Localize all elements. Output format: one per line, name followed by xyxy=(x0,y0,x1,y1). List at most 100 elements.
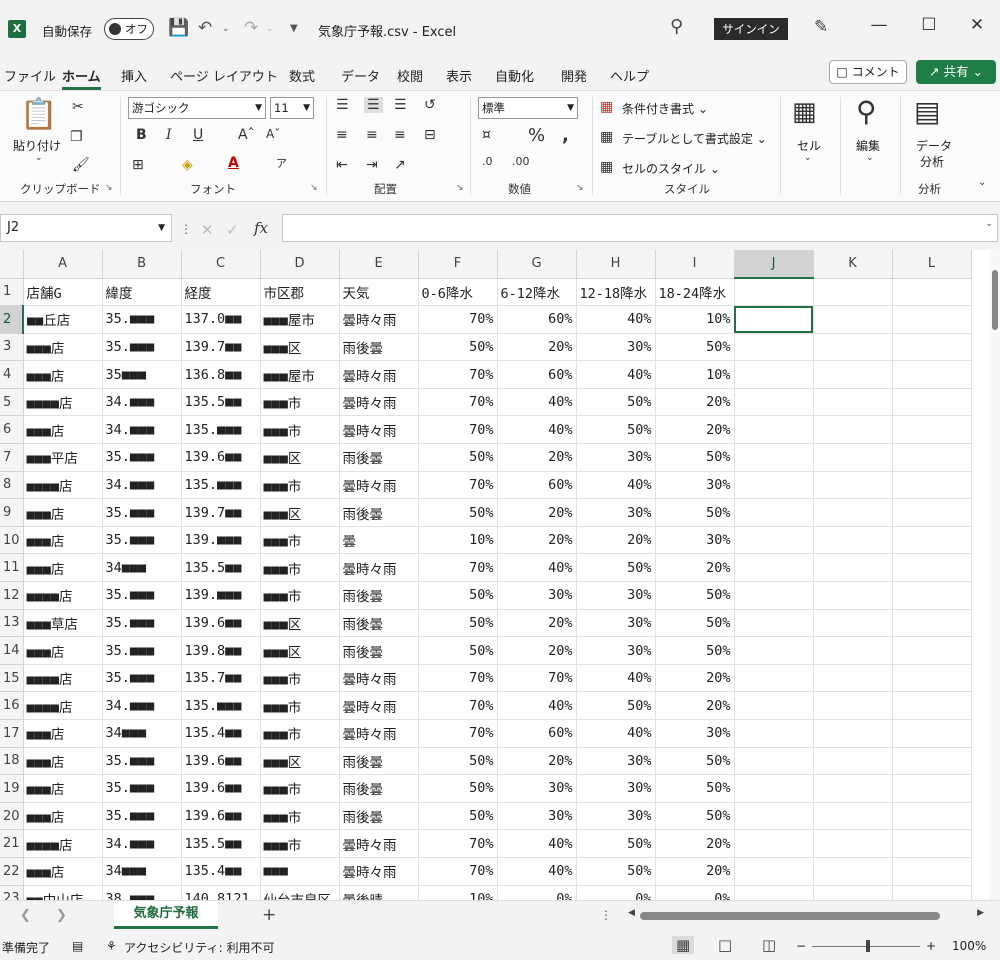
cell-g15[interactable]: 70% xyxy=(497,664,577,693)
cell-f10[interactable]: 10% xyxy=(418,526,498,555)
cell-b4[interactable]: 35■■■ xyxy=(102,360,182,389)
next-sheet-icon[interactable]: ❯ xyxy=(56,908,67,923)
cell-e4[interactable]: 曇時々雨 xyxy=(339,360,419,389)
cell-e13[interactable]: 雨後曇 xyxy=(339,609,419,638)
cell-a9[interactable]: ■■■店 xyxy=(23,498,103,527)
cell-e21[interactable]: 曇時々雨 xyxy=(339,829,419,858)
cell-k7[interactable] xyxy=(813,443,893,472)
cell-h14[interactable]: 30% xyxy=(576,636,656,665)
cell-c16[interactable]: 135.■■■ xyxy=(181,691,261,720)
cell-k6[interactable] xyxy=(813,415,893,445)
percent-icon[interactable]: % xyxy=(528,125,545,146)
cell-h3[interactable]: 30% xyxy=(576,333,656,362)
horizontal-scroll-thumb[interactable] xyxy=(640,912,940,920)
increase-indent-icon[interactable]: ⇥ xyxy=(366,157,378,173)
cell-k4[interactable] xyxy=(813,360,893,389)
font-size-select[interactable]: 11 ▼ xyxy=(270,97,314,119)
maximize-button[interactable]: ☐ xyxy=(914,15,944,35)
cell-k14[interactable] xyxy=(813,636,893,665)
cell-f8[interactable]: 70% xyxy=(418,471,498,500)
cell-a15[interactable]: ■■■■店 xyxy=(23,664,103,693)
cell-b17[interactable]: 34■■■ xyxy=(102,719,182,748)
alignment-launcher-icon[interactable]: ↘ xyxy=(456,183,464,193)
cell-l21[interactable] xyxy=(892,829,972,858)
cell-e20[interactable]: 雨後曇 xyxy=(339,802,419,831)
cell-e5[interactable]: 曇時々雨 xyxy=(339,388,419,417)
cell-g23[interactable]: 0% xyxy=(497,885,577,900)
cell-g18[interactable]: 20% xyxy=(497,747,577,776)
align-top-icon[interactable]: ☰ xyxy=(336,97,349,113)
table-format-icon[interactable]: ▦ xyxy=(600,129,613,145)
cell-i5[interactable]: 20% xyxy=(655,388,735,417)
cell-c22[interactable]: 135.4■■ xyxy=(181,857,261,886)
column-header-l[interactable]: L xyxy=(892,250,972,279)
formula-input[interactable]: ⌄ xyxy=(282,214,998,242)
row-header[interactable]: 11 xyxy=(0,553,24,583)
cell-e15[interactable]: 曇時々雨 xyxy=(339,664,419,693)
cell-k5[interactable] xyxy=(813,388,893,417)
cell-b19[interactable]: 35.■■■ xyxy=(102,774,182,803)
row-header[interactable]: 14 xyxy=(0,636,24,665)
zoom-out-button[interactable]: − xyxy=(796,939,806,953)
decrease-font-icon[interactable]: Aˇ xyxy=(266,127,280,141)
cell-l20[interactable] xyxy=(892,802,972,831)
cell-b15[interactable]: 35.■■■ xyxy=(102,664,182,693)
column-header-c[interactable]: C xyxy=(181,250,261,279)
cell-g6[interactable]: 40% xyxy=(497,415,577,445)
orientation-icon[interactable]: ↺ xyxy=(424,97,436,113)
cell-c12[interactable]: 139.■■■ xyxy=(181,581,261,610)
cell-h21[interactable]: 50% xyxy=(576,829,656,858)
cell-k1[interactable] xyxy=(813,278,893,307)
cell-j20[interactable] xyxy=(734,802,814,831)
cell-l8[interactable] xyxy=(892,471,972,500)
cell-k2[interactable] xyxy=(813,305,893,334)
prev-sheet-icon[interactable]: ❮ xyxy=(20,908,31,923)
cell-j19[interactable] xyxy=(734,774,814,803)
quick-access-customize-icon[interactable]: ▼ xyxy=(290,23,298,34)
cell-i16[interactable]: 20% xyxy=(655,691,735,720)
cell-k3[interactable] xyxy=(813,333,893,362)
tab-view[interactable]: 表示 xyxy=(446,66,472,85)
cell-d3[interactable]: ■■■区 xyxy=(260,333,340,362)
cell-l18[interactable] xyxy=(892,747,972,776)
cell-a5[interactable]: ■■■■店 xyxy=(23,388,103,417)
cell-g5[interactable]: 40% xyxy=(497,388,577,417)
scroll-left-icon[interactable]: ◀ xyxy=(628,908,635,918)
row-header[interactable]: 22 xyxy=(0,857,24,886)
cell-h23[interactable]: 0% xyxy=(576,885,656,900)
row-header[interactable]: 18 xyxy=(0,747,24,776)
cell-j12[interactable] xyxy=(734,581,814,610)
cell-b18[interactable]: 35.■■■ xyxy=(102,747,182,776)
cell-i7[interactable]: 50% xyxy=(655,443,735,472)
cell-g19[interactable]: 30% xyxy=(497,774,577,803)
cell-f13[interactable]: 50% xyxy=(418,609,498,638)
conditional-format-button[interactable]: 条件付き書式 ⌄ xyxy=(622,100,708,117)
comment-button[interactable]: □ コメント xyxy=(829,60,907,84)
cell-a23[interactable]: ■■中山店 xyxy=(23,885,103,900)
signin-button[interactable]: サインイン xyxy=(714,18,788,40)
table-format-button[interactable]: テーブルとして書式設定 ⌄ xyxy=(622,130,767,147)
cell-e22[interactable]: 曇時々雨 xyxy=(339,857,419,886)
cell-f3[interactable]: 50% xyxy=(418,333,498,362)
cell-e1[interactable]: 天気 xyxy=(339,278,419,307)
cells-label[interactable]: セル xyxy=(797,137,821,154)
cell-g14[interactable]: 20% xyxy=(497,636,577,665)
cell-i3[interactable]: 50% xyxy=(655,333,735,362)
cell-g1[interactable]: 6-12降水 xyxy=(497,278,577,307)
cell-d23[interactable]: 仙台市泉区 xyxy=(260,885,340,900)
vertical-scrollbar[interactable] xyxy=(990,250,1000,900)
row-header[interactable]: 9 xyxy=(0,498,24,527)
cell-k11[interactable] xyxy=(813,553,893,583)
cell-d12[interactable]: ■■■市 xyxy=(260,581,340,610)
normal-view-icon[interactable]: ▦ xyxy=(672,936,695,954)
cell-f22[interactable]: 70% xyxy=(418,857,498,886)
editing-search-icon[interactable]: ⚲ xyxy=(856,95,877,128)
cell-style-icon[interactable]: ▦ xyxy=(600,159,613,175)
cell-h18[interactable]: 30% xyxy=(576,747,656,776)
cell-d19[interactable]: ■■■市 xyxy=(260,774,340,803)
zoom-level[interactable]: 100% xyxy=(952,939,986,953)
cell-j14[interactable] xyxy=(734,636,814,665)
comma-icon[interactable]: , xyxy=(562,125,569,146)
tab-file[interactable]: ファイル xyxy=(4,66,56,85)
cell-j2[interactable] xyxy=(734,305,814,334)
